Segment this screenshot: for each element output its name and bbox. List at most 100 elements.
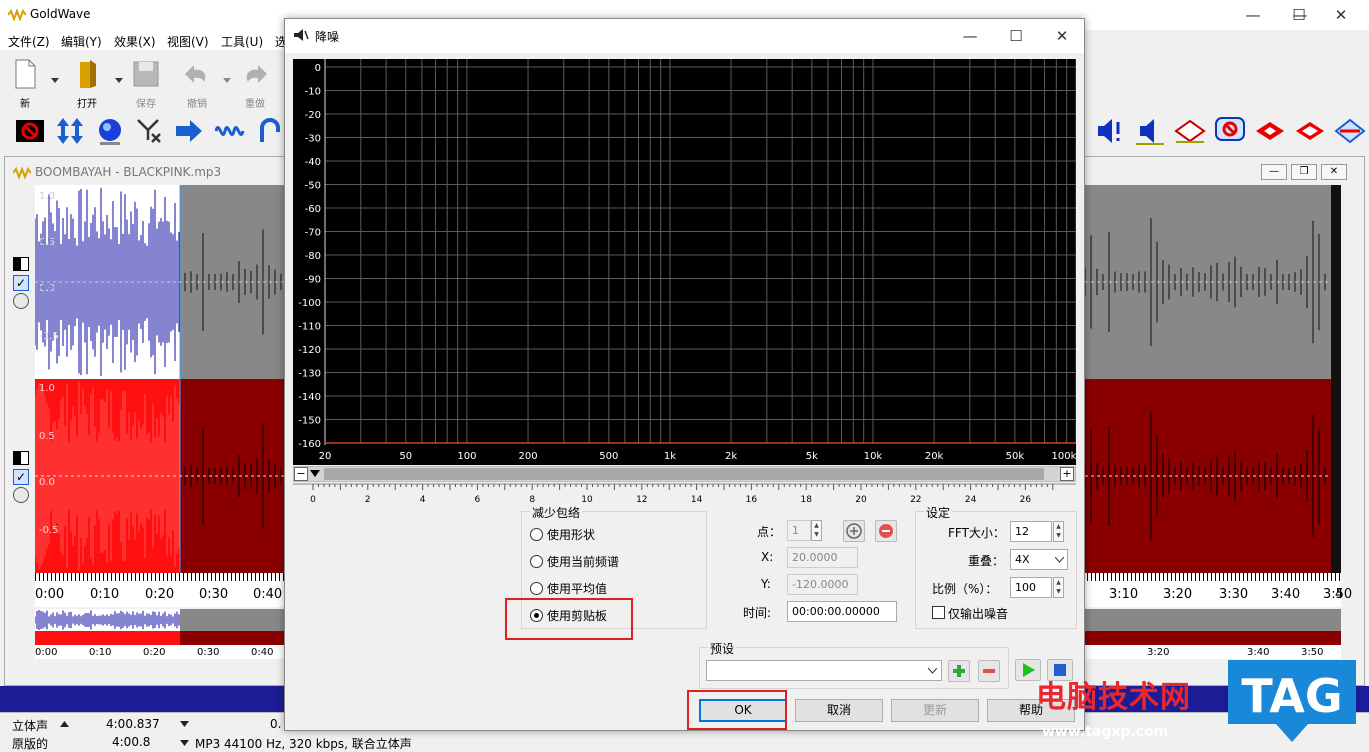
overview-time-label: 0:00 (35, 647, 58, 658)
redo-button[interactable]: 重做 (230, 50, 280, 110)
scale-spinner[interactable]: ▲ ▼ (1053, 577, 1064, 598)
radio-use-average[interactable]: 使用平均值 (530, 580, 607, 597)
doc-restore-button[interactable]: ❐ (1291, 164, 1317, 180)
globe-icon[interactable] (94, 116, 126, 146)
scroll-thumb[interactable] (324, 468, 1044, 480)
duration-dropdown-icon[interactable] (180, 721, 189, 727)
radio-circle-selected[interactable] (530, 609, 543, 622)
menu-edit[interactable]: 编辑(Y) (61, 33, 102, 50)
x-axis-label: 1k (664, 451, 676, 462)
dialog-minimize-button[interactable]: — (947, 21, 993, 51)
radio-circle[interactable] (530, 528, 543, 541)
remove-point-button[interactable] (875, 520, 897, 542)
menu-view[interactable]: 视图(V) (167, 33, 209, 50)
channel-bottom-select-icon[interactable] (13, 451, 29, 465)
radio-circle[interactable] (530, 555, 543, 568)
time-label: 3:30 (1219, 587, 1249, 602)
add-point-button[interactable] (843, 520, 865, 542)
ok-button[interactable]: OK (699, 699, 787, 722)
channel-bottom-radio[interactable] (13, 487, 29, 503)
overview-time-label: 3:20 (1147, 647, 1170, 658)
channel-bottom-checkbox[interactable]: ✓ (13, 469, 29, 485)
waveform-icon[interactable] (214, 116, 246, 146)
dialog-maximize-button[interactable]: ☐ (993, 21, 1039, 51)
radio-circle[interactable] (530, 582, 543, 595)
stop-effect-icon[interactable] (14, 116, 46, 146)
overlap-dropdown-icon[interactable] (1055, 557, 1064, 563)
y-axis-label: -10 (305, 87, 321, 98)
zoom-out-button[interactable]: − (294, 467, 308, 481)
channel-top-select-icon[interactable] (13, 257, 29, 271)
app-title: GoldWave (30, 7, 91, 21)
preset-select[interactable] (706, 660, 942, 681)
open-button[interactable]: 打开 (62, 50, 112, 110)
dialog-title: 降噪 (315, 30, 340, 44)
radio-use-shape[interactable]: 使用形状 (530, 526, 595, 543)
app-close-button[interactable]: ✕ (1318, 0, 1364, 30)
overlap-select[interactable]: 4X (1010, 549, 1068, 570)
preset-dropdown-icon[interactable] (928, 668, 937, 674)
amp-label: -0.5 (39, 525, 59, 536)
mix-icon[interactable] (134, 116, 166, 146)
remove-point-icon (879, 524, 893, 538)
menu-file[interactable]: 文件(Z) (8, 33, 50, 50)
dialog-close-button[interactable]: ✕ (1039, 21, 1085, 51)
loop-icon[interactable] (254, 116, 286, 146)
noise-reduction-dialog: 降噪 — ☐ ✕ 0 -10 -20 -30 -40 -50 -60 -70 -80 -90 -10… (284, 18, 1085, 731)
echo-icon[interactable] (1294, 116, 1326, 146)
cancel-button[interactable]: 取消 (795, 699, 883, 722)
amp-label: 0.0 (39, 477, 55, 488)
delete-preset-icon (983, 669, 995, 673)
ruler-label: 6 (475, 495, 481, 505)
x-axis-label: 50k (1006, 451, 1025, 462)
orig-dropdown-icon[interactable] (180, 740, 189, 746)
frequency-scrollbar[interactable]: − + (293, 466, 1076, 482)
delete-preset-button[interactable] (978, 660, 1000, 682)
reverse-icon[interactable] (1254, 116, 1286, 146)
shift-arrow-icon[interactable] (174, 116, 206, 146)
tag-logo-text: TAG (1241, 669, 1342, 723)
pitch-icon[interactable] (1334, 116, 1366, 146)
fft-size-input[interactable]: 12 (1010, 521, 1052, 542)
fft-size-spinner[interactable]: ▲ ▼ (1053, 521, 1064, 542)
channel-top-checkbox[interactable]: ✓ (13, 275, 29, 291)
y-input[interactable]: -120.0000 (787, 574, 858, 595)
doc-close-button[interactable]: ✕ (1321, 164, 1347, 180)
scroll-down-icon[interactable] (310, 470, 320, 478)
volume-alert-icon[interactable] (1094, 116, 1126, 146)
time-input[interactable]: 00:00:00.00000 (787, 601, 897, 622)
invert-icon[interactable] (1174, 116, 1206, 146)
redo-icon (246, 65, 267, 83)
app-maximize-button[interactable]: ☐ (1276, 0, 1322, 30)
scale-input[interactable]: 100 (1010, 577, 1052, 598)
new-dropdown-icon[interactable] (50, 76, 60, 84)
update-button[interactable]: 更新 (891, 699, 979, 722)
x-input[interactable]: 20.0000 (787, 547, 858, 568)
amp-label: 0.0 (39, 283, 55, 294)
ruler-label: 14 (691, 495, 703, 505)
scale-label: 比例（%）： (932, 582, 998, 596)
menu-tools[interactable]: 工具(U) (221, 33, 263, 50)
point-spinner[interactable]: ▲ ▼ (811, 520, 822, 541)
channel-top-radio[interactable] (13, 293, 29, 309)
status-orig-duration: 4:00.8 (112, 735, 151, 749)
x-axis-label: 100 (457, 451, 476, 462)
point-input[interactable]: 1 (787, 520, 811, 541)
radio-use-clipboard[interactable]: 使用剪贴板 (530, 607, 607, 624)
radio-use-current-spectrum[interactable]: 使用当前频谱 (530, 553, 619, 570)
volume-low-icon[interactable] (1134, 116, 1166, 146)
doc-minimize-button[interactable]: — (1261, 164, 1287, 180)
volume-arrows-icon[interactable] (54, 116, 86, 146)
x-axis-label: 100k (1052, 451, 1076, 462)
channel-dropdown-icon[interactable] (60, 721, 69, 727)
save-button[interactable]: 保存 (121, 50, 171, 110)
undo-button[interactable]: 撤销 (172, 50, 222, 110)
spectrum-graph[interactable]: 0 -10 -20 -30 -40 -50 -60 -70 -80 -90 -100 -110 -120… (293, 59, 1076, 465)
noise-only-checkbox[interactable] (932, 606, 945, 619)
menu-effects[interactable]: 效果(X) (114, 33, 156, 50)
add-preset-button[interactable] (948, 660, 970, 682)
noise-reduction-icon[interactable] (1214, 116, 1246, 146)
zoom-in-button[interactable]: + (1060, 467, 1074, 481)
new-button[interactable]: 新 (0, 50, 50, 110)
app-minimize-button[interactable]: — (1230, 0, 1276, 30)
